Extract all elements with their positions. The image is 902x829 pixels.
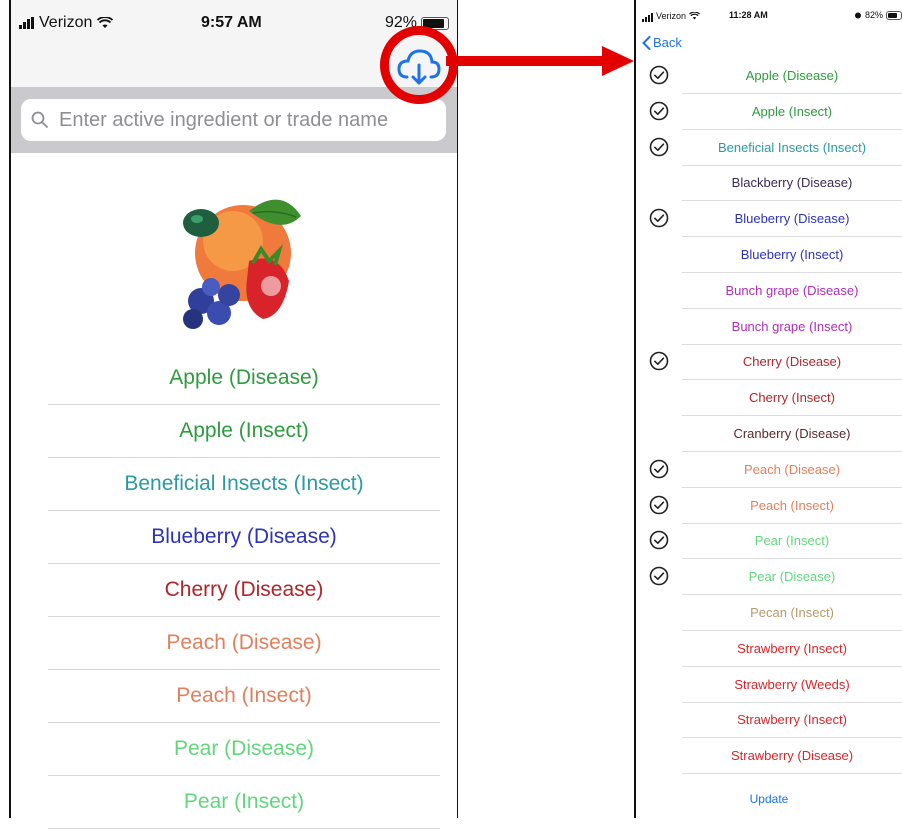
back-button[interactable]: Back xyxy=(642,35,682,50)
list-item-label: Blueberry (Disease) xyxy=(151,525,337,548)
battery-icon xyxy=(886,10,902,20)
list-item[interactable]: Cherry (Disease) xyxy=(636,344,902,381)
wifi-icon xyxy=(689,12,700,20)
update-button[interactable]: Update xyxy=(636,792,902,806)
back-label: Back xyxy=(653,35,682,50)
list-item-label: Beneficial Insects (Insect) xyxy=(682,130,902,166)
red-arrow xyxy=(446,46,634,76)
list-item[interactable]: Pear (Disease) xyxy=(636,559,902,596)
list-item[interactable]: Apple (Disease) xyxy=(636,58,902,94)
list-item[interactable]: Pear (Disease) xyxy=(48,723,440,776)
battery-percent: 82% xyxy=(865,10,884,20)
right-phone-screen: Verizon 11:28 AM 82% Back Apple (Disease… xyxy=(636,0,902,818)
list-item-label: Apple (Disease) xyxy=(169,366,319,389)
list-item[interactable]: Apple (Insect) xyxy=(636,94,902,130)
list-item[interactable]: Pear (Insect) xyxy=(48,776,440,829)
list-item-label: Cherry (Disease) xyxy=(682,344,902,381)
carrier-label: Verizon xyxy=(39,14,93,31)
list-item-label: Strawberry (Insect) xyxy=(682,631,902,667)
list-item-label: Bunch grape (Insect) xyxy=(682,309,902,345)
main-content: Apple (Disease) Apple (Insect) Beneficial … xyxy=(11,153,457,829)
list-item-label: Cherry (Disease) xyxy=(164,578,324,601)
list-item-label: Beneficial Insects (Insect) xyxy=(124,472,364,495)
search-bar-container xyxy=(11,87,457,153)
list-item[interactable]: Peach (Insect) xyxy=(48,670,440,723)
left-phone-screen: Verizon 9:57 AM 92% Enter active ingredi… xyxy=(11,0,458,829)
list-item[interactable]: Bunch grape (Disease) xyxy=(636,273,902,309)
list-item-label: Cranberry (Disease) xyxy=(682,416,902,452)
list-item[interactable]: Cranberry (Disease) xyxy=(636,416,902,452)
list-item-label: Strawberry (Disease) xyxy=(682,738,902,775)
status-time: 11:28 AM xyxy=(729,10,768,20)
list-item-label: Cherry (Insect) xyxy=(682,380,902,417)
list-item-label: Apple (Insect) xyxy=(179,419,309,442)
carrier: Verizon xyxy=(642,10,700,22)
list-item-label: Pear (Disease) xyxy=(682,559,902,596)
signal-icon xyxy=(642,10,653,22)
list-item-label: Blackberry (Disease) xyxy=(682,165,902,202)
list-item-label: Pear (Insect) xyxy=(682,523,902,560)
checkmark-circle-icon xyxy=(649,351,669,371)
list-item-label: Pear (Disease) xyxy=(173,737,315,760)
list-item[interactable]: Apple (Disease) xyxy=(48,352,440,405)
list-item[interactable]: Peach (Insect) xyxy=(636,488,902,524)
search-input[interactable] xyxy=(57,107,421,133)
checkmark-circle-icon xyxy=(649,137,669,157)
list-item[interactable]: Beneficial Insects (Insect) xyxy=(48,458,440,511)
list-item[interactable]: Peach (Disease) xyxy=(48,617,440,670)
fruit-logo xyxy=(183,199,301,329)
list-item[interactable]: Beneficial Insects (Insect) xyxy=(636,130,902,166)
search-bar[interactable] xyxy=(21,99,446,141)
list-item-label: Peach (Disease) xyxy=(166,631,322,654)
crop-download-list: Apple (Disease) Apple (Insect) Beneficial … xyxy=(636,58,902,775)
crop-list: Apple (Disease) Apple (Insect) Beneficial … xyxy=(48,352,440,829)
battery: 82% xyxy=(854,10,902,20)
list-item[interactable]: Strawberry (Weeds) xyxy=(636,667,902,703)
checkmark-circle-icon xyxy=(649,65,669,85)
list-item-label: Peach (Insect) xyxy=(176,684,312,707)
list-item-label: Bunch grape (Disease) xyxy=(682,273,902,309)
list-item[interactable]: Pear (Insect) xyxy=(636,523,902,560)
list-item[interactable]: Cherry (Insect) xyxy=(636,380,902,417)
wifi-icon xyxy=(97,17,114,28)
signal-icon xyxy=(19,17,34,29)
list-item-label: Strawberry (Weeds) xyxy=(682,667,902,703)
list-item[interactable]: Blackberry (Disease) xyxy=(636,165,902,202)
checkmark-circle-icon xyxy=(649,208,669,228)
list-item-label: Pear (Insect) xyxy=(183,790,305,813)
list-item[interactable]: Strawberry (Insect) xyxy=(636,702,902,739)
alarm-icon xyxy=(855,12,861,19)
status-time: 9:57 AM xyxy=(201,14,262,31)
checkmark-circle-icon xyxy=(649,459,669,479)
search-icon xyxy=(31,111,49,129)
checkmark-circle-icon xyxy=(649,495,669,515)
checkmark-circle-icon xyxy=(649,566,669,586)
list-item[interactable]: Blueberry (Disease) xyxy=(636,201,902,238)
chevron-left-icon xyxy=(642,35,651,50)
list-item-label: Peach (Disease) xyxy=(682,452,902,488)
carrier: Verizon xyxy=(19,14,114,32)
list-item[interactable]: Strawberry (Disease) xyxy=(636,738,902,775)
status-bar: Verizon 11:28 AM 82% xyxy=(636,0,902,30)
list-item-label: Apple (Disease) xyxy=(682,58,902,94)
list-item[interactable]: Pecan (Insect) xyxy=(636,595,902,631)
list-item-label: Peach (Insect) xyxy=(682,488,902,524)
list-item-label: Blueberry (Disease) xyxy=(682,201,902,238)
list-item[interactable]: Strawberry (Insect) xyxy=(636,631,902,667)
list-item[interactable]: Cherry (Disease) xyxy=(48,564,440,617)
list-item[interactable]: Blueberry (Disease) xyxy=(48,511,440,564)
list-item[interactable]: Apple (Insect) xyxy=(48,405,440,458)
list-item[interactable]: Blueberry (Insect) xyxy=(636,237,902,273)
list-item[interactable]: Bunch grape (Insect) xyxy=(636,309,902,345)
carrier-label: Verizon xyxy=(656,11,687,21)
list-item-label: Strawberry (Insect) xyxy=(682,702,902,739)
list-item[interactable]: Peach (Disease) xyxy=(636,452,902,488)
list-item-label: Blueberry (Insect) xyxy=(682,237,902,273)
checkmark-circle-icon xyxy=(649,101,669,121)
list-item-label: Pecan (Insect) xyxy=(682,595,902,631)
list-item-label: Apple (Insect) xyxy=(682,94,902,130)
checkmark-circle-icon xyxy=(649,530,669,550)
